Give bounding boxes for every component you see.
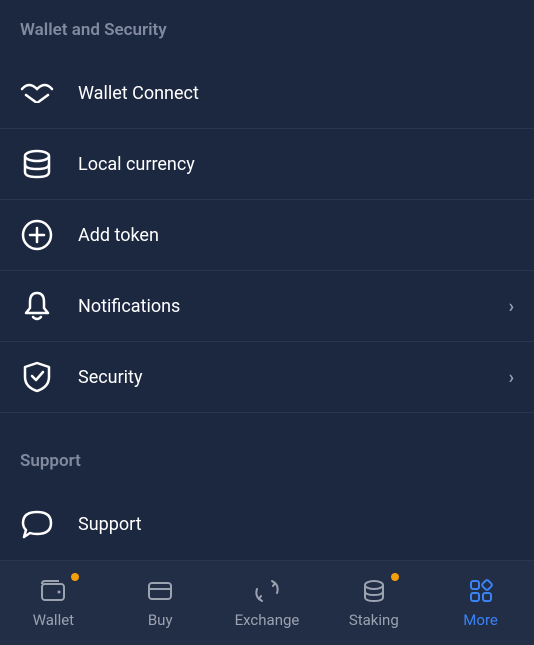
section-header-wallet-security: Wallet and Security [0, 0, 534, 58]
list-item-add-token[interactable]: Add token [0, 200, 534, 271]
item-label: Security [78, 367, 509, 388]
section-header-support: Support [0, 413, 534, 489]
list-item-support[interactable]: Support [0, 489, 534, 559]
nav-label: Exchange [235, 611, 300, 629]
more-icon [467, 577, 495, 605]
notification-badge [71, 573, 79, 581]
shield-icon [20, 360, 54, 394]
plus-circle-icon [20, 218, 54, 252]
nav-exchange[interactable]: Exchange [214, 577, 321, 629]
nav-wallet[interactable]: Wallet [0, 577, 107, 629]
item-label: Support [78, 514, 514, 535]
chat-icon [20, 507, 54, 541]
staking-icon [360, 577, 388, 605]
list-item-notifications[interactable]: Notifications › [0, 271, 534, 342]
nav-label: More [463, 611, 498, 629]
notification-badge [391, 573, 399, 581]
settings-content: Wallet and Security Wallet Connect Local… [0, 0, 534, 560]
item-label: Add token [78, 225, 514, 246]
wallet-connect-icon [20, 76, 54, 110]
chevron-right-icon: › [509, 367, 514, 388]
item-label: Wallet Connect [78, 83, 514, 104]
nav-label: Buy [148, 611, 173, 629]
nav-buy[interactable]: Buy [107, 577, 214, 629]
wallet-icon [39, 577, 67, 605]
list-item-security[interactable]: Security › [0, 342, 534, 413]
nav-staking[interactable]: Staking [320, 577, 427, 629]
item-label: Notifications [78, 296, 509, 317]
list-item-wallet-connect[interactable]: Wallet Connect [0, 58, 534, 129]
list-item-local-currency[interactable]: Local currency [0, 129, 534, 200]
card-icon [146, 577, 174, 605]
nav-label: Wallet [33, 611, 74, 629]
bottom-nav: Wallet Buy Exchange [0, 560, 534, 645]
nav-label: Staking [349, 611, 399, 629]
currency-icon [20, 147, 54, 181]
chevron-right-icon: › [509, 296, 514, 317]
exchange-icon [253, 577, 281, 605]
item-label: Local currency [78, 154, 514, 175]
nav-more[interactable]: More [427, 577, 534, 629]
bell-icon [20, 289, 54, 323]
